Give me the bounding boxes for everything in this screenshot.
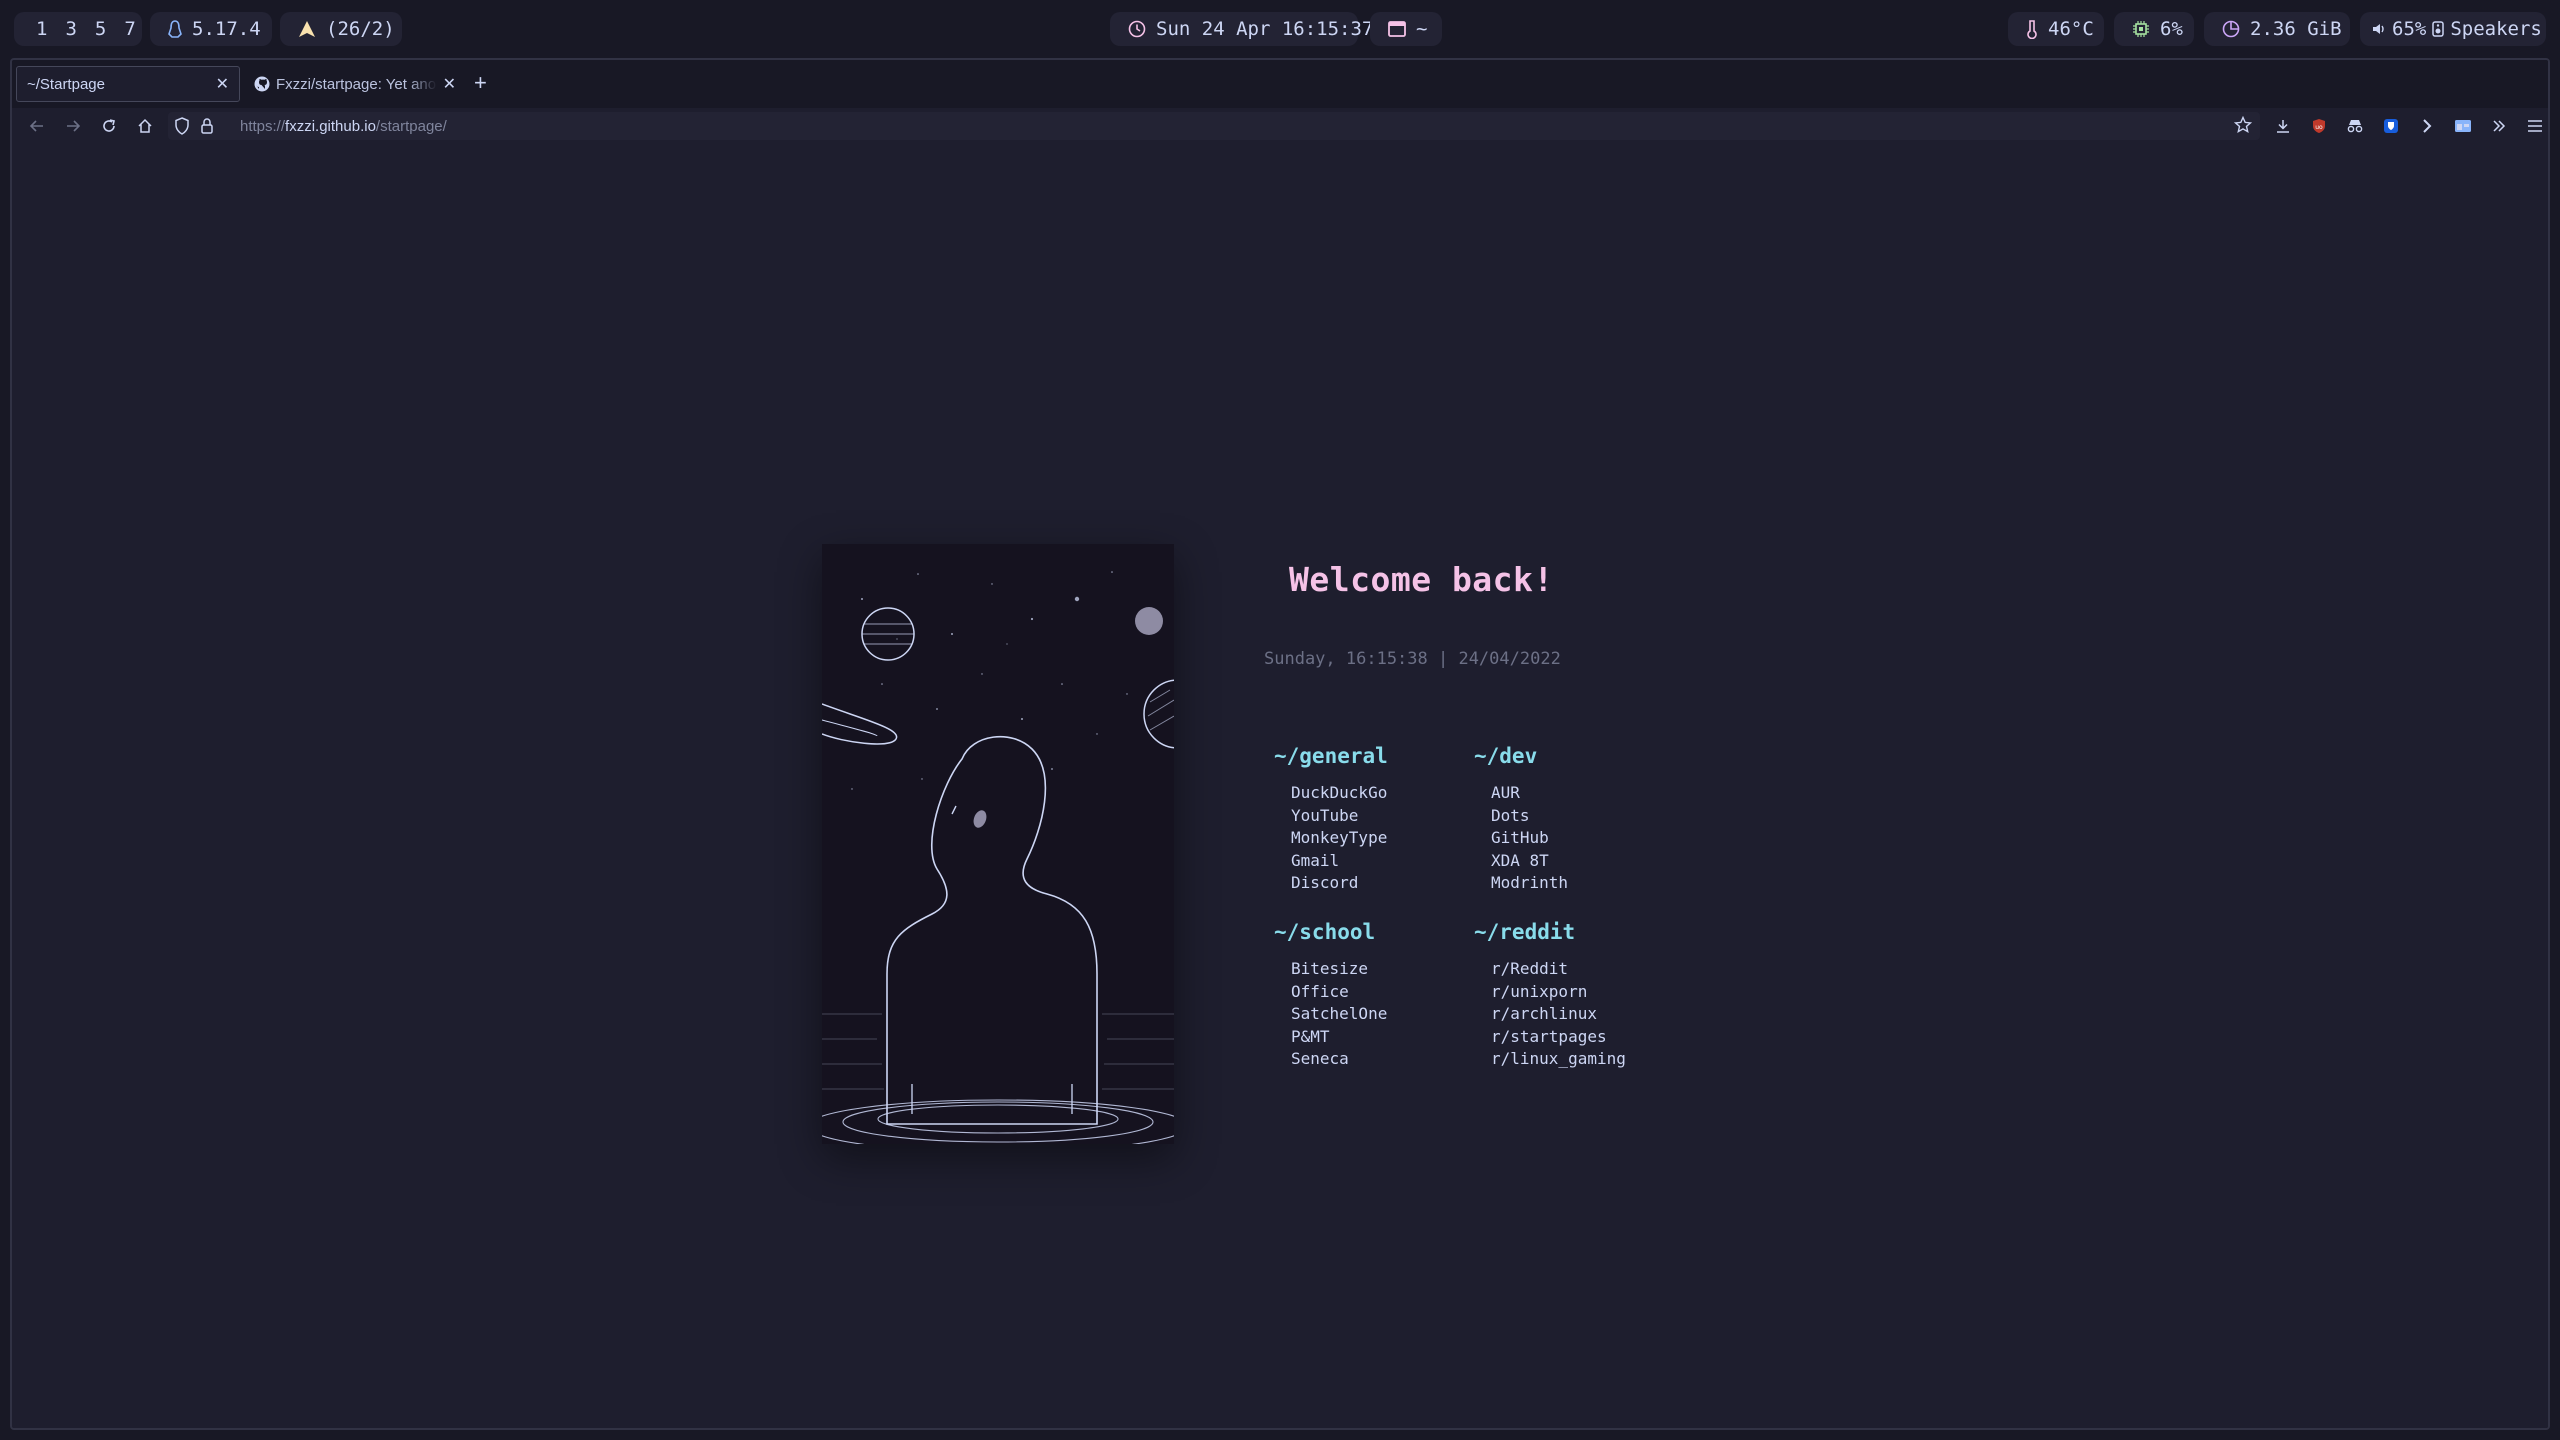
- welcome-heading: Welcome back!: [1289, 560, 1554, 599]
- cpu-module: 6%: [2114, 12, 2194, 46]
- home-button[interactable]: [134, 115, 156, 137]
- tab-title: ~/Startpage: [27, 75, 105, 93]
- link-bitesize[interactable]: Bitesize: [1291, 958, 1387, 981]
- overflow-chevrons-icon[interactable]: [2488, 115, 2510, 137]
- links-section-reddit: ~/reddit r/Reddit r/unixporn r/archlinux…: [1474, 920, 1626, 1071]
- workspace-switcher: 1 3 5 7 9: [14, 12, 165, 46]
- downloads-icon[interactable]: [2272, 115, 2294, 137]
- volume-icon: [2372, 22, 2386, 36]
- clock-text: Sun 24 Apr 16:15:37: [1156, 18, 1374, 40]
- link-seneca[interactable]: Seneca: [1291, 1048, 1387, 1071]
- volume-level: 65%: [2392, 18, 2427, 40]
- links-section-school: ~/school Bitesize Office SatchelOne P&MT…: [1274, 920, 1387, 1071]
- url-scheme: https://: [240, 117, 286, 135]
- link-xda-8t[interactable]: XDA 8T: [1491, 850, 1568, 873]
- link-monkeytype[interactable]: MonkeyType: [1291, 827, 1388, 850]
- memory-usage: 2.36 GiB: [2250, 18, 2342, 40]
- workspace-5[interactable]: 5: [95, 18, 106, 40]
- links-section-dev: ~/dev AUR Dots GitHub XDA 8T Modrinth: [1474, 744, 1568, 895]
- link-gmail[interactable]: Gmail: [1291, 850, 1388, 873]
- updates-module[interactable]: (26/2): [280, 12, 402, 46]
- section-title: ~/dev: [1474, 744, 1538, 768]
- section-title: ~/reddit: [1474, 920, 1576, 944]
- tab-github-repo[interactable]: Fxzzi/startpage: Yet another startpage ✕: [244, 66, 466, 102]
- bookmark-star-icon[interactable]: [2233, 115, 2253, 138]
- section-title: ~/school: [1274, 920, 1376, 944]
- kernel-version: 5.17.4: [192, 18, 261, 40]
- navigation-bar: https://fxzzi.github.io/startpage/ uo: [12, 108, 2548, 144]
- close-icon[interactable]: ✕: [210, 74, 229, 94]
- thermometer-icon: [2026, 19, 2038, 39]
- kernel-module: 5.17.4: [150, 12, 272, 46]
- temperature-value: 46°C: [2048, 18, 2094, 40]
- url-path: /startpage/: [375, 117, 447, 135]
- date-time-display: Sunday, 16:15:38 | 24/04/2022: [1264, 649, 1561, 669]
- link-r-archlinux[interactable]: r/archlinux: [1491, 1003, 1626, 1026]
- status-bar: 1 3 5 7 9 5.17.4 (26/2) Sun 24 Apr 16:15…: [0, 0, 2560, 58]
- url-bar[interactable]: https://fxzzi.github.io/startpage/: [168, 112, 2260, 140]
- link-r-linux-gaming[interactable]: r/linux_gaming: [1491, 1048, 1626, 1071]
- tab-title: Fxzzi/startpage: Yet another startpage: [276, 75, 437, 93]
- incognito-extension-icon[interactable]: [2344, 115, 2366, 137]
- shield-icon[interactable]: [174, 117, 190, 139]
- temperature-module: 46°C: [2008, 12, 2104, 46]
- forward-button[interactable]: [62, 115, 84, 137]
- window-title: ~: [1416, 18, 1428, 40]
- speaker-icon: [2432, 21, 2445, 37]
- svg-text:uo: uo: [2315, 124, 2323, 131]
- arch-icon: [298, 20, 316, 38]
- close-icon[interactable]: ✕: [437, 74, 456, 94]
- link-discord[interactable]: Discord: [1291, 872, 1388, 895]
- link-r-reddit[interactable]: r/Reddit: [1491, 958, 1626, 981]
- link-youtube[interactable]: YouTube: [1291, 805, 1388, 828]
- updates-count: (26/2): [326, 18, 395, 40]
- github-icon: [254, 76, 270, 92]
- startpage: Welcome back! Sunday, 16:15:38 | 24/04/2…: [12, 144, 2548, 1428]
- bitwarden-icon[interactable]: [2380, 115, 2402, 137]
- chevron-right-icon[interactable]: [2416, 115, 2438, 137]
- tab-manager-icon[interactable]: [2452, 115, 2474, 137]
- back-button[interactable]: [26, 115, 48, 137]
- tab-bar: ~/Startpage ✕ Fxzzi/startpage: Yet anoth…: [12, 60, 2548, 108]
- hamburger-menu-icon[interactable]: [2524, 115, 2546, 137]
- window-icon: [1388, 21, 1406, 37]
- astronaut-illustration: [822, 544, 1174, 1144]
- link-pmt[interactable]: P&MT: [1291, 1026, 1387, 1049]
- workspace-7[interactable]: 7: [124, 18, 135, 40]
- link-satchelone[interactable]: SatchelOne: [1291, 1003, 1387, 1026]
- link-r-unixporn[interactable]: r/unixporn: [1491, 981, 1626, 1004]
- new-tab-button[interactable]: +: [474, 72, 487, 94]
- cpu-usage: 6%: [2160, 18, 2183, 40]
- reload-button[interactable]: [98, 115, 120, 137]
- linux-icon: [168, 20, 182, 38]
- lock-icon[interactable]: [200, 117, 214, 139]
- ublock-icon[interactable]: uo: [2308, 115, 2330, 137]
- link-r-startpages[interactable]: r/startpages: [1491, 1026, 1626, 1049]
- link-dots[interactable]: Dots: [1491, 805, 1568, 828]
- clock-icon: [1128, 20, 1146, 38]
- url-host: fxzzi.github.io: [285, 117, 376, 135]
- links-section-general: ~/general DuckDuckGo YouTube MonkeyType …: [1274, 744, 1388, 895]
- link-github[interactable]: GitHub: [1491, 827, 1568, 850]
- section-title: ~/general: [1274, 744, 1388, 768]
- link-duckduckgo[interactable]: DuckDuckGo: [1291, 782, 1388, 805]
- memory-icon: [2222, 20, 2240, 38]
- workspace-3[interactable]: 3: [65, 18, 76, 40]
- link-aur[interactable]: AUR: [1491, 782, 1568, 805]
- browser-window: ~/Startpage ✕ Fxzzi/startpage: Yet anoth…: [10, 58, 2550, 1430]
- audio-device: Speakers: [2450, 18, 2542, 40]
- workspace-1[interactable]: 1: [36, 18, 47, 40]
- window-module: ~: [1370, 12, 1442, 46]
- link-office[interactable]: Office: [1291, 981, 1387, 1004]
- memory-module: 2.36 GiB: [2204, 12, 2350, 46]
- audio-module[interactable]: 65% Speakers: [2360, 12, 2546, 46]
- link-modrinth[interactable]: Modrinth: [1491, 872, 1568, 895]
- cpu-icon: [2132, 20, 2150, 38]
- clock-module: Sun 24 Apr 16:15:37: [1110, 12, 1373, 46]
- tab-startpage[interactable]: ~/Startpage ✕: [16, 66, 240, 102]
